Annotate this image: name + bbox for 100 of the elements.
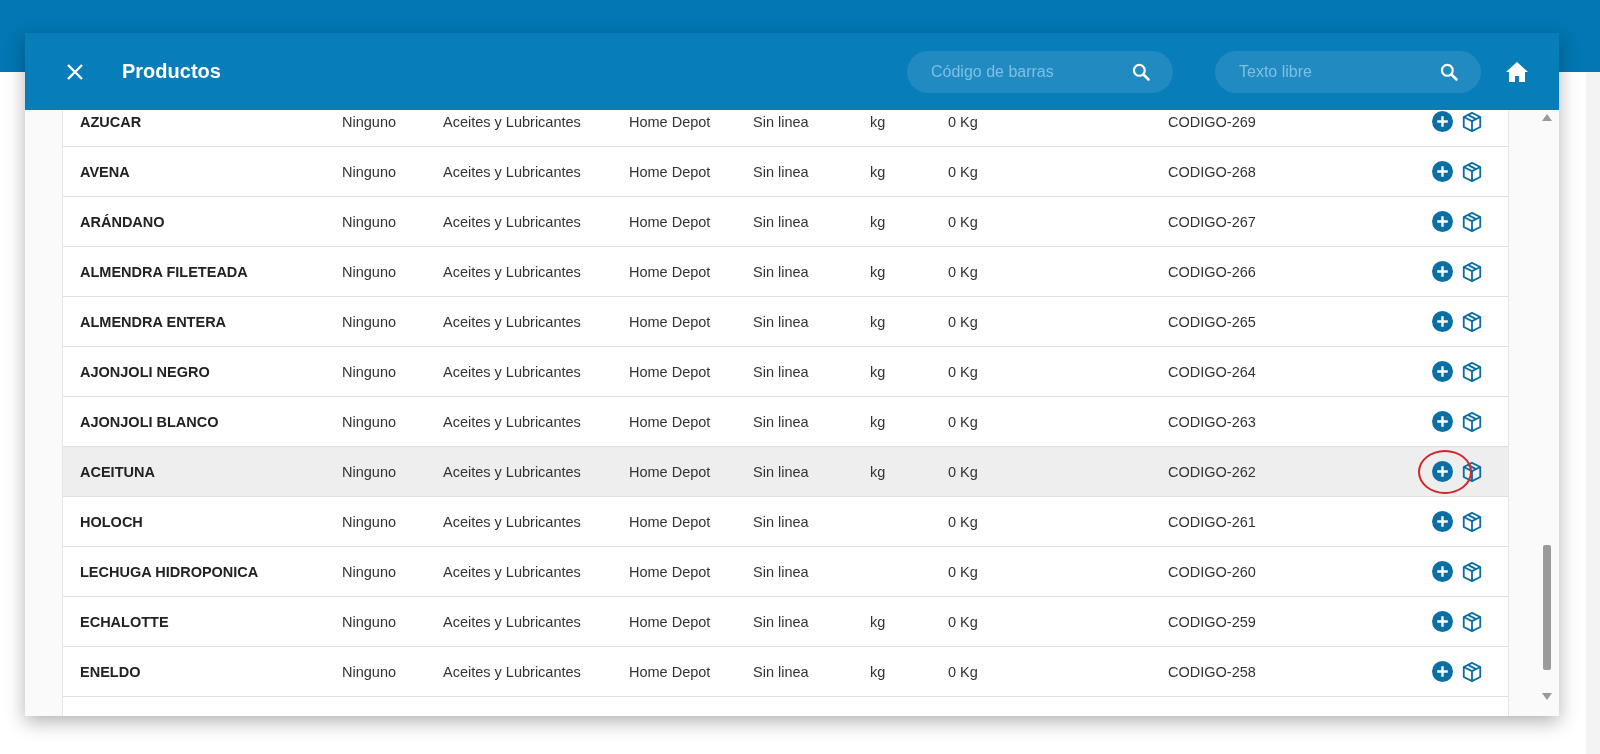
product-name: ECHALOTTE xyxy=(80,613,170,630)
code-cell-text: CODIGO-262 xyxy=(1168,463,1257,480)
table-cell-text: Aceites y Lubricantes xyxy=(443,663,582,680)
table-row[interactable]: AZUCAR Ninguno Aceites y Lubricantes Home Depot Sin linea kg 0 Kg CODIGO-269 xyxy=(63,110,1508,147)
table-cell-text: Home Depot xyxy=(629,463,712,480)
product-name: AJONJOLI BLANCO xyxy=(80,413,220,430)
table-cell-text: Aceites y Lubricantes xyxy=(443,513,582,530)
close-icon[interactable] xyxy=(65,61,85,82)
stock-cell-text: 0 Kg xyxy=(948,663,979,680)
add-icon[interactable] xyxy=(1432,611,1453,632)
box-icon[interactable] xyxy=(1461,310,1483,333)
table-cell-text: Home Depot xyxy=(629,613,712,630)
table-cell-text: Sin linea xyxy=(753,163,810,180)
code-cell-text: CODIGO-261 xyxy=(1168,513,1257,530)
product-name: ARÁNDANO xyxy=(80,213,166,230)
table-cell-text: Aceites y Lubricantes xyxy=(443,313,582,330)
code-cell-text: CODIGO-268 xyxy=(1168,163,1257,180)
add-icon[interactable] xyxy=(1432,161,1453,182)
table-cell-text: Ninguno xyxy=(342,213,397,230)
box-icon[interactable] xyxy=(1461,560,1483,583)
product-name: HOLOCH xyxy=(80,513,144,530)
box-icon[interactable] xyxy=(1461,360,1483,383)
table-cell-text: Sin linea xyxy=(753,413,810,430)
table-cell-text: Ninguno xyxy=(342,163,397,180)
box-icon[interactable] xyxy=(1461,260,1483,283)
product-name: AZUCAR xyxy=(80,113,143,130)
unit-cell-text: kg xyxy=(870,213,887,230)
code-cell-text: CODIGO-265 xyxy=(1168,313,1257,330)
table-row[interactable]: ACEITUNA Ninguno Aceites y Lubricantes Home Depot Sin linea kg 0 Kg CODIGO-262 xyxy=(63,447,1508,497)
table-cell-text: Sin linea xyxy=(753,663,810,680)
add-icon[interactable] xyxy=(1432,211,1453,232)
code-cell-text: CODIGO-269 xyxy=(1168,113,1257,130)
add-icon[interactable] xyxy=(1432,411,1453,432)
table-cell-text: Ninguno xyxy=(342,263,397,280)
product-name: ACEITUNA xyxy=(80,463,156,480)
table-cell-text: Ninguno xyxy=(342,563,397,580)
table-cell-text: Sin linea xyxy=(753,213,810,230)
table-cell-text: Ninguno xyxy=(342,363,397,380)
unit-cell-text: kg xyxy=(870,463,887,480)
code-cell-text: CODIGO-266 xyxy=(1168,263,1257,280)
table-cell-text: Aceites y Lubricantes xyxy=(443,213,582,230)
table-cell-text: Home Depot xyxy=(629,313,712,330)
add-icon[interactable] xyxy=(1432,261,1453,282)
table-cell-text: Sin linea xyxy=(753,313,810,330)
table-cell-text: Home Depot xyxy=(629,263,712,280)
search-icon[interactable] xyxy=(1131,61,1151,82)
table-cell-text: Aceites y Lubricantes xyxy=(443,413,582,430)
table-cell-text: Home Depot xyxy=(629,413,712,430)
unit-cell-text: kg xyxy=(870,363,887,380)
add-icon[interactable] xyxy=(1432,561,1453,582)
stock-cell-text: 0 Kg xyxy=(948,463,979,480)
table-cell-text: Home Depot xyxy=(629,513,712,530)
box-icon[interactable] xyxy=(1461,460,1483,483)
box-icon[interactable] xyxy=(1461,160,1483,183)
box-icon[interactable] xyxy=(1461,610,1483,633)
table-cell-text: Aceites y Lubricantes xyxy=(443,563,582,580)
table-cell-text: Aceites y Lubricantes xyxy=(443,613,582,630)
unit-cell-text: kg xyxy=(870,113,887,130)
table-cell-text: Sin linea xyxy=(753,513,810,530)
box-icon[interactable] xyxy=(1461,110,1483,133)
table-cell-text: Home Depot xyxy=(629,563,712,580)
stock-cell-text: 0 Kg xyxy=(948,513,979,530)
product-name: AJONJOLI NEGRO xyxy=(80,363,211,380)
stock-cell-text: 0 Kg xyxy=(948,163,979,180)
add-icon[interactable] xyxy=(1432,311,1453,332)
table-cell-text: Home Depot xyxy=(629,213,712,230)
add-icon[interactable] xyxy=(1432,661,1453,682)
search-icon[interactable] xyxy=(1439,61,1459,82)
add-icon[interactable] xyxy=(1432,511,1453,532)
box-icon[interactable] xyxy=(1461,510,1483,533)
table-cell-text: Aceites y Lubricantes xyxy=(443,463,582,480)
table-cell-text: Sin linea xyxy=(753,463,810,480)
product-name: AVENA xyxy=(80,163,131,180)
code-cell-text: CODIGO-264 xyxy=(1168,363,1257,380)
home-icon[interactable] xyxy=(1505,60,1529,83)
code-cell-text: CODIGO-258 xyxy=(1168,663,1257,680)
table-cell-text: Home Depot xyxy=(629,163,712,180)
table-cell-text: Aceites y Lubricantes xyxy=(443,263,582,280)
table-cell-text: Ninguno xyxy=(342,463,397,480)
stock-cell-text: 0 Kg xyxy=(948,563,979,580)
table-cell-text: Home Depot xyxy=(629,663,712,680)
box-icon[interactable] xyxy=(1461,660,1483,683)
add-icon[interactable] xyxy=(1432,461,1453,482)
add-icon[interactable] xyxy=(1432,361,1453,382)
table-cell-text: Sin linea xyxy=(753,363,810,380)
box-icon[interactable] xyxy=(1461,410,1483,433)
stock-cell-text: 0 Kg xyxy=(948,363,979,380)
unit-cell-text: kg xyxy=(870,313,887,330)
table-cell-text: Aceites y Lubricantes xyxy=(443,163,582,180)
stock-cell-text: 0 Kg xyxy=(948,613,979,630)
unit-cell-text: kg xyxy=(870,263,887,280)
table-cell-text: Aceites y Lubricantes xyxy=(443,363,582,380)
product-name: ALMENDRA ENTERA xyxy=(80,313,228,330)
stock-cell-text: 0 Kg xyxy=(948,263,979,280)
add-icon[interactable] xyxy=(1432,111,1453,132)
box-icon[interactable] xyxy=(1461,210,1483,233)
table-cell-text: Ninguno xyxy=(342,513,397,530)
table-cell-text: Aceites y Lubricantes xyxy=(443,113,582,130)
unit-cell-text: kg xyxy=(870,663,887,680)
stock-cell-text: 0 Kg xyxy=(948,213,979,230)
